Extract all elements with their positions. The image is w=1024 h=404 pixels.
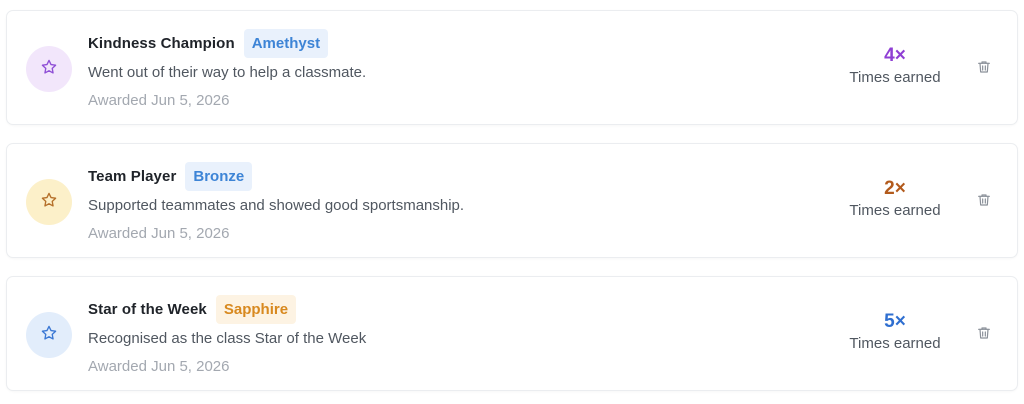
trash-icon: [976, 192, 992, 213]
award-card: Kindness Champion Amethyst Went out of t…: [6, 10, 1018, 125]
times-earned: 2× Times earned: [837, 177, 953, 220]
times-earned-label: Times earned: [849, 69, 941, 86]
times-earned: 4× Times earned: [837, 44, 953, 87]
award-title: Kindness Champion: [88, 34, 235, 52]
times-earned-count: 2×: [884, 178, 906, 199]
award-tier-badge: Bronze: [185, 161, 253, 191]
award-list: Kindness Champion Amethyst Went out of t…: [0, 0, 1024, 404]
delete-award-button[interactable]: [973, 191, 995, 213]
delete-award-button[interactable]: [973, 324, 995, 346]
trash-icon: [976, 325, 992, 346]
times-earned-count: 5×: [884, 311, 906, 332]
times-earned: 5× Times earned: [837, 310, 953, 353]
award-avatar: [26, 312, 72, 358]
award-description: Supported teammates and showed good spor…: [88, 197, 465, 214]
award-description: Went out of their way to help a classmat…: [88, 64, 367, 81]
star-icon: [40, 191, 58, 214]
trash-icon: [976, 59, 992, 80]
award-tier-badge: Amethyst: [243, 28, 329, 58]
times-earned-count: 4×: [884, 45, 906, 66]
award-title: Star of the Week: [88, 300, 207, 318]
star-icon: [40, 324, 58, 347]
times-earned-label: Times earned: [849, 335, 941, 352]
award-tier-badge: Sapphire: [215, 294, 297, 324]
award-avatar: [26, 179, 72, 225]
award-date: Awarded Jun 5, 2026: [88, 358, 230, 375]
award-date: Awarded Jun 5, 2026: [88, 92, 230, 109]
award-description: Recognised as the class Star of the Week: [88, 330, 367, 347]
award-avatar: [26, 46, 72, 92]
award-title: Team Player: [88, 167, 177, 185]
award-date: Awarded Jun 5, 2026: [88, 225, 230, 242]
award-card: Star of the Week Sapphire Recognised as …: [6, 276, 1018, 391]
times-earned-label: Times earned: [849, 202, 941, 219]
delete-award-button[interactable]: [973, 58, 995, 80]
star-icon: [40, 58, 58, 81]
award-card: Team Player Bronze Supported teammates a…: [6, 143, 1018, 258]
